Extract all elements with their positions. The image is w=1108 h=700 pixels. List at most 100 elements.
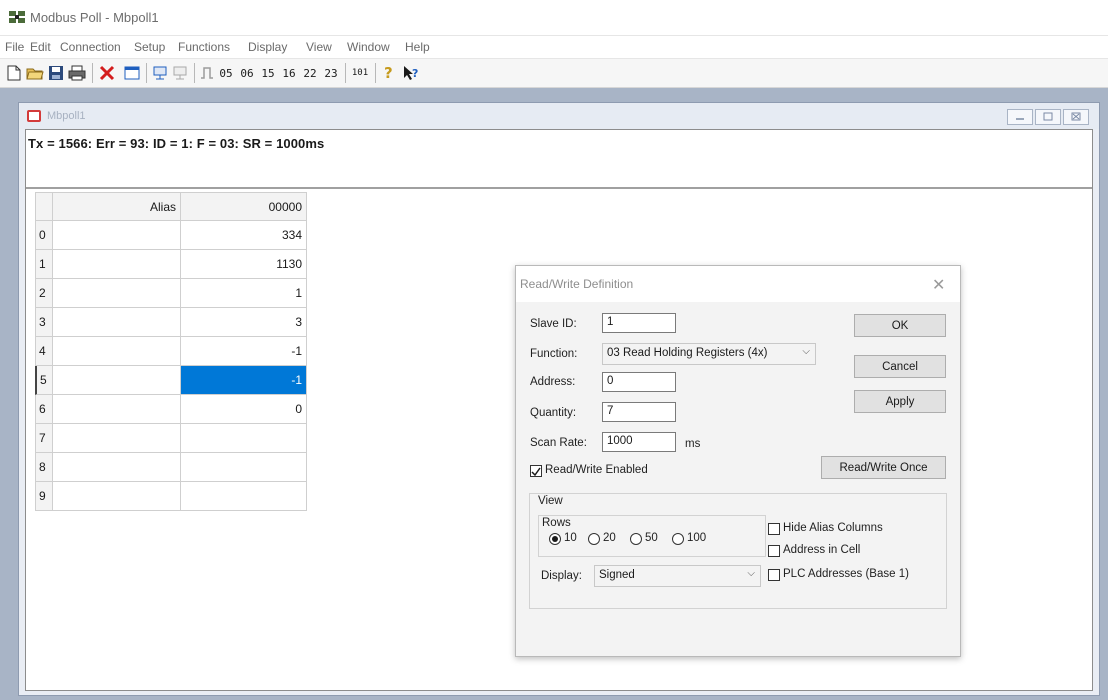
row-number: 3 — [35, 308, 53, 337]
toolbar: 05 06 15 16 22 23 101 ? ? — [0, 59, 1108, 88]
dialog-title: Read/Write Definition — [520, 277, 634, 291]
value-cell[interactable] — [181, 424, 307, 453]
restore-button[interactable] — [1035, 109, 1061, 125]
menu-functions[interactable]: Functions — [178, 40, 230, 54]
poll-status-line: Tx = 1566: Err = 93: ID = 1: F = 03: SR … — [28, 136, 325, 151]
scan-rate-input[interactable]: 1000 — [602, 432, 676, 452]
connect-icon[interactable] — [150, 62, 170, 84]
read-write-definition-dialog: Read/Write Definition ✕ Slave ID: 1 Func… — [515, 265, 961, 657]
svg-text:?: ? — [412, 67, 418, 80]
delete-icon[interactable] — [96, 62, 118, 84]
address-in-cell-label: Address in Cell — [783, 544, 861, 556]
window-icon[interactable] — [122, 62, 142, 84]
menu-file[interactable]: File — [5, 40, 24, 54]
address-label: Address: — [530, 376, 576, 388]
menu-edit[interactable]: Edit — [30, 40, 51, 54]
menu-window[interactable]: Window — [347, 40, 390, 54]
cancel-button[interactable]: Cancel — [854, 355, 946, 378]
minimize-button[interactable] — [1007, 109, 1033, 125]
value-cell-selected[interactable]: -1 — [181, 366, 307, 395]
apply-button[interactable]: Apply — [854, 390, 946, 413]
alias-cell[interactable] — [53, 395, 181, 424]
help-icon[interactable]: ? — [379, 62, 399, 84]
close-window-button[interactable] — [1063, 109, 1089, 125]
pulse-icon[interactable] — [198, 62, 216, 84]
rw-enabled-checkbox[interactable] — [530, 465, 542, 477]
check-icon — [531, 467, 541, 477]
row-number: 2 — [35, 279, 53, 308]
alias-cell[interactable] — [53, 482, 181, 511]
alias-cell[interactable] — [53, 308, 181, 337]
rows-10-radio[interactable] — [549, 533, 561, 545]
quantity-label: Quantity: — [530, 407, 577, 419]
address-input[interactable]: 0 — [602, 372, 676, 392]
rows-20-radio[interactable] — [588, 533, 600, 545]
save-icon[interactable] — [46, 62, 66, 84]
new-icon[interactable] — [4, 62, 24, 84]
rows-50-label: 50 — [645, 532, 658, 544]
function-16-button[interactable]: 16 — [279, 62, 299, 84]
function-select-value: 03 Read Holding Registers (4x) — [607, 347, 768, 359]
function-select[interactable]: 03 Read Holding Registers (4x) ⌵ — [602, 343, 816, 365]
alias-cell[interactable] — [53, 453, 181, 482]
header-alias[interactable]: Alias — [53, 192, 181, 221]
rows-20-label: 20 — [603, 532, 616, 544]
close-icon[interactable]: ✕ — [932, 275, 945, 295]
header-address[interactable]: 00000 — [181, 192, 307, 221]
slave-id-input[interactable]: 1 — [602, 313, 676, 333]
hide-alias-checkbox[interactable] — [768, 523, 780, 535]
plc-addresses-checkbox[interactable] — [768, 569, 780, 581]
alias-cell[interactable] — [53, 250, 181, 279]
function-label: Function: — [530, 348, 578, 360]
function-06-button[interactable]: 06 — [237, 62, 257, 84]
menu-view[interactable]: View — [306, 40, 332, 54]
value-cell[interactable] — [181, 482, 307, 511]
value-cell[interactable]: 0 — [181, 395, 307, 424]
child-titlebar: Mbpoll1 — [19, 103, 1099, 129]
hide-alias-label: Hide Alias Columns — [783, 522, 883, 534]
function-05-button[interactable]: 05 — [216, 62, 236, 84]
menu-help[interactable]: Help — [405, 40, 430, 54]
open-icon[interactable] — [24, 62, 46, 84]
value-cell[interactable]: 1 — [181, 279, 307, 308]
alias-cell[interactable] — [53, 366, 181, 395]
menu-connection[interactable]: Connection — [60, 40, 121, 54]
rows-50-radio[interactable] — [630, 533, 642, 545]
value-cell[interactable]: -1 — [181, 337, 307, 366]
alias-cell[interactable] — [53, 279, 181, 308]
address-in-cell-checkbox[interactable] — [768, 545, 780, 557]
row-number: 0 — [35, 221, 53, 250]
read-write-once-button[interactable]: Read/Write Once — [821, 456, 946, 479]
function-22-button[interactable]: 22 — [300, 62, 320, 84]
toolbar-separator — [194, 63, 195, 83]
function-23-button[interactable]: 23 — [321, 62, 341, 84]
value-cell[interactable]: 334 — [181, 221, 307, 250]
toolbar-separator — [345, 63, 346, 83]
app-icon — [9, 11, 25, 23]
value-cell[interactable]: 3 — [181, 308, 307, 337]
function-101-button[interactable]: 101 — [349, 62, 371, 84]
alias-cell[interactable] — [53, 424, 181, 453]
ok-button[interactable]: OK — [854, 314, 946, 337]
menu-display[interactable]: Display — [248, 40, 287, 54]
alias-cell[interactable] — [53, 221, 181, 250]
value-cell[interactable]: 1130 — [181, 250, 307, 279]
alias-cell[interactable] — [53, 337, 181, 366]
quantity-input[interactable]: 7 — [602, 402, 676, 422]
row-number-selected: 5 — [35, 366, 53, 395]
display-select[interactable]: Signed ⌵ — [594, 565, 761, 587]
value-cell[interactable] — [181, 453, 307, 482]
view-group-label: View — [538, 495, 563, 507]
grid-corner — [35, 192, 53, 221]
menu-setup[interactable]: Setup — [134, 40, 165, 54]
print-icon[interactable] — [66, 62, 88, 84]
row-number: 6 — [35, 395, 53, 424]
rows-100-radio[interactable] — [672, 533, 684, 545]
rows-100-label: 100 — [687, 532, 707, 544]
function-15-button[interactable]: 15 — [258, 62, 278, 84]
row-number: 9 — [35, 482, 53, 511]
context-help-icon[interactable]: ? — [400, 62, 422, 84]
disconnect-icon[interactable] — [170, 62, 190, 84]
row-number: 7 — [35, 424, 53, 453]
toolbar-separator — [375, 63, 376, 83]
